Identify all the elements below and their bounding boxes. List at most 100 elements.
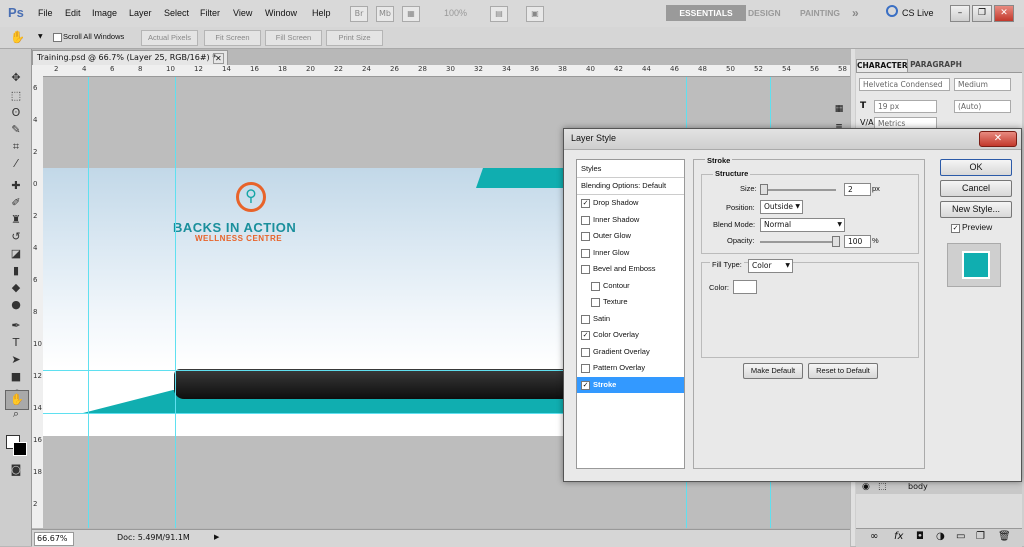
- clone-stamp-tool-icon[interactable]: ♜: [8, 213, 24, 227]
- inner-glow-checkbox[interactable]: [581, 249, 590, 258]
- leading-field[interactable]: (Auto): [954, 100, 1011, 113]
- zoom-tool-icon[interactable]: ⌕: [8, 407, 24, 421]
- stroke-color-swatch[interactable]: [733, 280, 757, 294]
- style-gradient-overlay[interactable]: Gradient Overlay: [577, 344, 684, 360]
- style-outer-glow[interactable]: Outer Glow: [577, 228, 684, 244]
- contour-checkbox[interactable]: [591, 282, 600, 291]
- texture-checkbox[interactable]: [591, 298, 600, 307]
- arrange-documents-icon[interactable]: ▤: [490, 6, 508, 22]
- opacity-slider-handle[interactable]: [832, 236, 840, 247]
- fill-screen-button[interactable]: Fill Screen: [265, 30, 322, 46]
- quick-mask-icon[interactable]: ◙: [8, 463, 24, 477]
- inner-shadow-checkbox[interactable]: [581, 216, 590, 225]
- spot-healing-tool-icon[interactable]: ✚: [8, 179, 24, 193]
- size-slider-handle[interactable]: [760, 184, 768, 195]
- menu-filter[interactable]: Filter: [200, 8, 220, 18]
- print-size-button[interactable]: Print Size: [326, 30, 383, 46]
- restore-button[interactable]: ❐: [972, 5, 992, 22]
- font-style-select[interactable]: Medium: [954, 78, 1011, 91]
- menu-edit[interactable]: Edit: [65, 8, 81, 18]
- close-button[interactable]: ✕: [994, 5, 1014, 22]
- zoom-field[interactable]: 66.67%: [34, 532, 74, 546]
- actual-pixels-button[interactable]: Actual Pixels: [141, 30, 198, 46]
- quick-select-tool-icon[interactable]: ✎: [8, 123, 24, 137]
- eyedropper-tool-icon[interactable]: ⁄: [8, 157, 24, 171]
- style-pattern-overlay[interactable]: Pattern Overlay: [577, 360, 684, 376]
- preview-checkbox[interactable]: ✓: [951, 224, 960, 233]
- satin-checkbox[interactable]: [581, 315, 590, 324]
- style-drop-shadow[interactable]: ✓ Drop Shadow: [577, 195, 684, 211]
- group-layers-icon[interactable]: ▭: [956, 531, 965, 542]
- style-inner-shadow[interactable]: Inner Shadow: [577, 212, 684, 228]
- lasso-tool-icon[interactable]: ʘ: [8, 106, 24, 120]
- opacity-slider-track[interactable]: [760, 241, 836, 243]
- pattern-overlay-checkbox[interactable]: [581, 364, 590, 373]
- fill-type-select[interactable]: Color ▼: [748, 259, 793, 273]
- blur-tool-icon[interactable]: ◆: [8, 281, 24, 295]
- cs-live[interactable]: CS Live: [902, 8, 934, 18]
- blend-mode-select[interactable]: Normal ▼: [760, 218, 845, 232]
- menu-image[interactable]: Image: [92, 8, 117, 18]
- opacity-field[interactable]: 100: [844, 235, 871, 248]
- workspace-painting[interactable]: PAINTING: [794, 5, 846, 21]
- position-select[interactable]: Outside ▼: [760, 200, 803, 214]
- type-tool-icon[interactable]: T: [8, 336, 24, 350]
- bridge-icon[interactable]: Br: [350, 6, 368, 22]
- close-document-icon[interactable]: ✕: [213, 53, 224, 64]
- adjustment-layer-icon[interactable]: ◑: [936, 531, 945, 542]
- fit-screen-button[interactable]: Fit Screen: [204, 30, 261, 46]
- menu-help[interactable]: Help: [312, 8, 331, 18]
- style-bevel-emboss[interactable]: Bevel and Emboss: [577, 261, 684, 277]
- menu-file[interactable]: File: [38, 8, 53, 18]
- crop-tool-icon[interactable]: ⌗: [8, 140, 24, 154]
- style-contour[interactable]: Contour: [577, 278, 684, 294]
- drop-shadow-checkbox[interactable]: ✓: [581, 199, 590, 208]
- outer-glow-checkbox[interactable]: [581, 232, 590, 241]
- blending-options[interactable]: Blending Options: Default: [577, 177, 684, 195]
- status-menu-arrow-icon[interactable]: ▶: [214, 533, 219, 541]
- color-overlay-checkbox[interactable]: ✓: [581, 331, 590, 340]
- make-default-button[interactable]: Make Default: [743, 363, 803, 379]
- mini-bridge-icon[interactable]: Mb: [376, 6, 394, 22]
- styles-header[interactable]: Styles: [577, 160, 684, 178]
- new-layer-icon[interactable]: ❐: [976, 531, 985, 542]
- size-slider-track[interactable]: [760, 189, 836, 191]
- font-size-field[interactable]: 19 px: [874, 100, 937, 113]
- dodge-tool-icon[interactable]: ●: [8, 298, 24, 312]
- tab-paragraph[interactable]: PARAGRAPH: [908, 59, 964, 71]
- workspace-overflow[interactable]: »: [846, 5, 865, 21]
- tool-preset-arrow-icon[interactable]: ▼: [38, 33, 43, 40]
- gradient-tool-icon[interactable]: ▮: [8, 264, 24, 278]
- new-style-button[interactable]: New Style...: [940, 201, 1012, 218]
- hand-tool-icon[interactable]: ✋: [10, 30, 25, 44]
- marquee-tool-icon[interactable]: ⬚: [8, 89, 24, 103]
- delete-layer-icon[interactable]: 🗑: [998, 531, 1011, 542]
- screen-mode-icon[interactable]: ▣: [526, 6, 544, 22]
- menu-layer[interactable]: Layer: [129, 8, 152, 18]
- menu-window[interactable]: Window: [265, 8, 297, 18]
- gradient-overlay-checkbox[interactable]: [581, 348, 590, 357]
- visibility-eye-icon[interactable]: ◉: [862, 480, 870, 494]
- minimize-button[interactable]: –: [950, 5, 970, 22]
- document-canvas[interactable]: ⚲ BACKS IN ACTION WELLNESS CENTRE: [43, 168, 583, 436]
- style-texture[interactable]: Texture: [577, 294, 684, 310]
- mini-bridge-panel-icon[interactable]: ▦: [828, 100, 850, 118]
- layer-name[interactable]: body: [908, 480, 928, 494]
- ok-button[interactable]: OK: [940, 159, 1012, 176]
- path-selection-tool-icon[interactable]: ➤: [8, 353, 24, 367]
- background-color-swatch[interactable]: [13, 442, 27, 456]
- size-field[interactable]: 2: [844, 183, 871, 196]
- font-family-select[interactable]: Helvetica Condensed: [859, 78, 950, 91]
- brush-tool-icon[interactable]: ✐: [8, 196, 24, 210]
- cancel-button[interactable]: Cancel: [940, 180, 1012, 197]
- zoom-level[interactable]: 100%: [444, 8, 467, 18]
- workspace-design[interactable]: DESIGN: [742, 5, 787, 21]
- bevel-emboss-checkbox[interactable]: [581, 265, 590, 274]
- dialog-title-bar[interactable]: Layer Style ✕: [564, 129, 1021, 150]
- tab-character[interactable]: CHARACTER: [856, 59, 908, 72]
- document-tab[interactable]: Training.psd @ 66.7% (Layer 25, RGB/16#)…: [32, 50, 228, 65]
- pen-tool-icon[interactable]: ✒: [8, 319, 24, 333]
- scroll-all-windows-checkbox[interactable]: [53, 33, 62, 42]
- style-inner-glow[interactable]: Inner Glow: [577, 245, 684, 261]
- menu-view[interactable]: View: [233, 8, 252, 18]
